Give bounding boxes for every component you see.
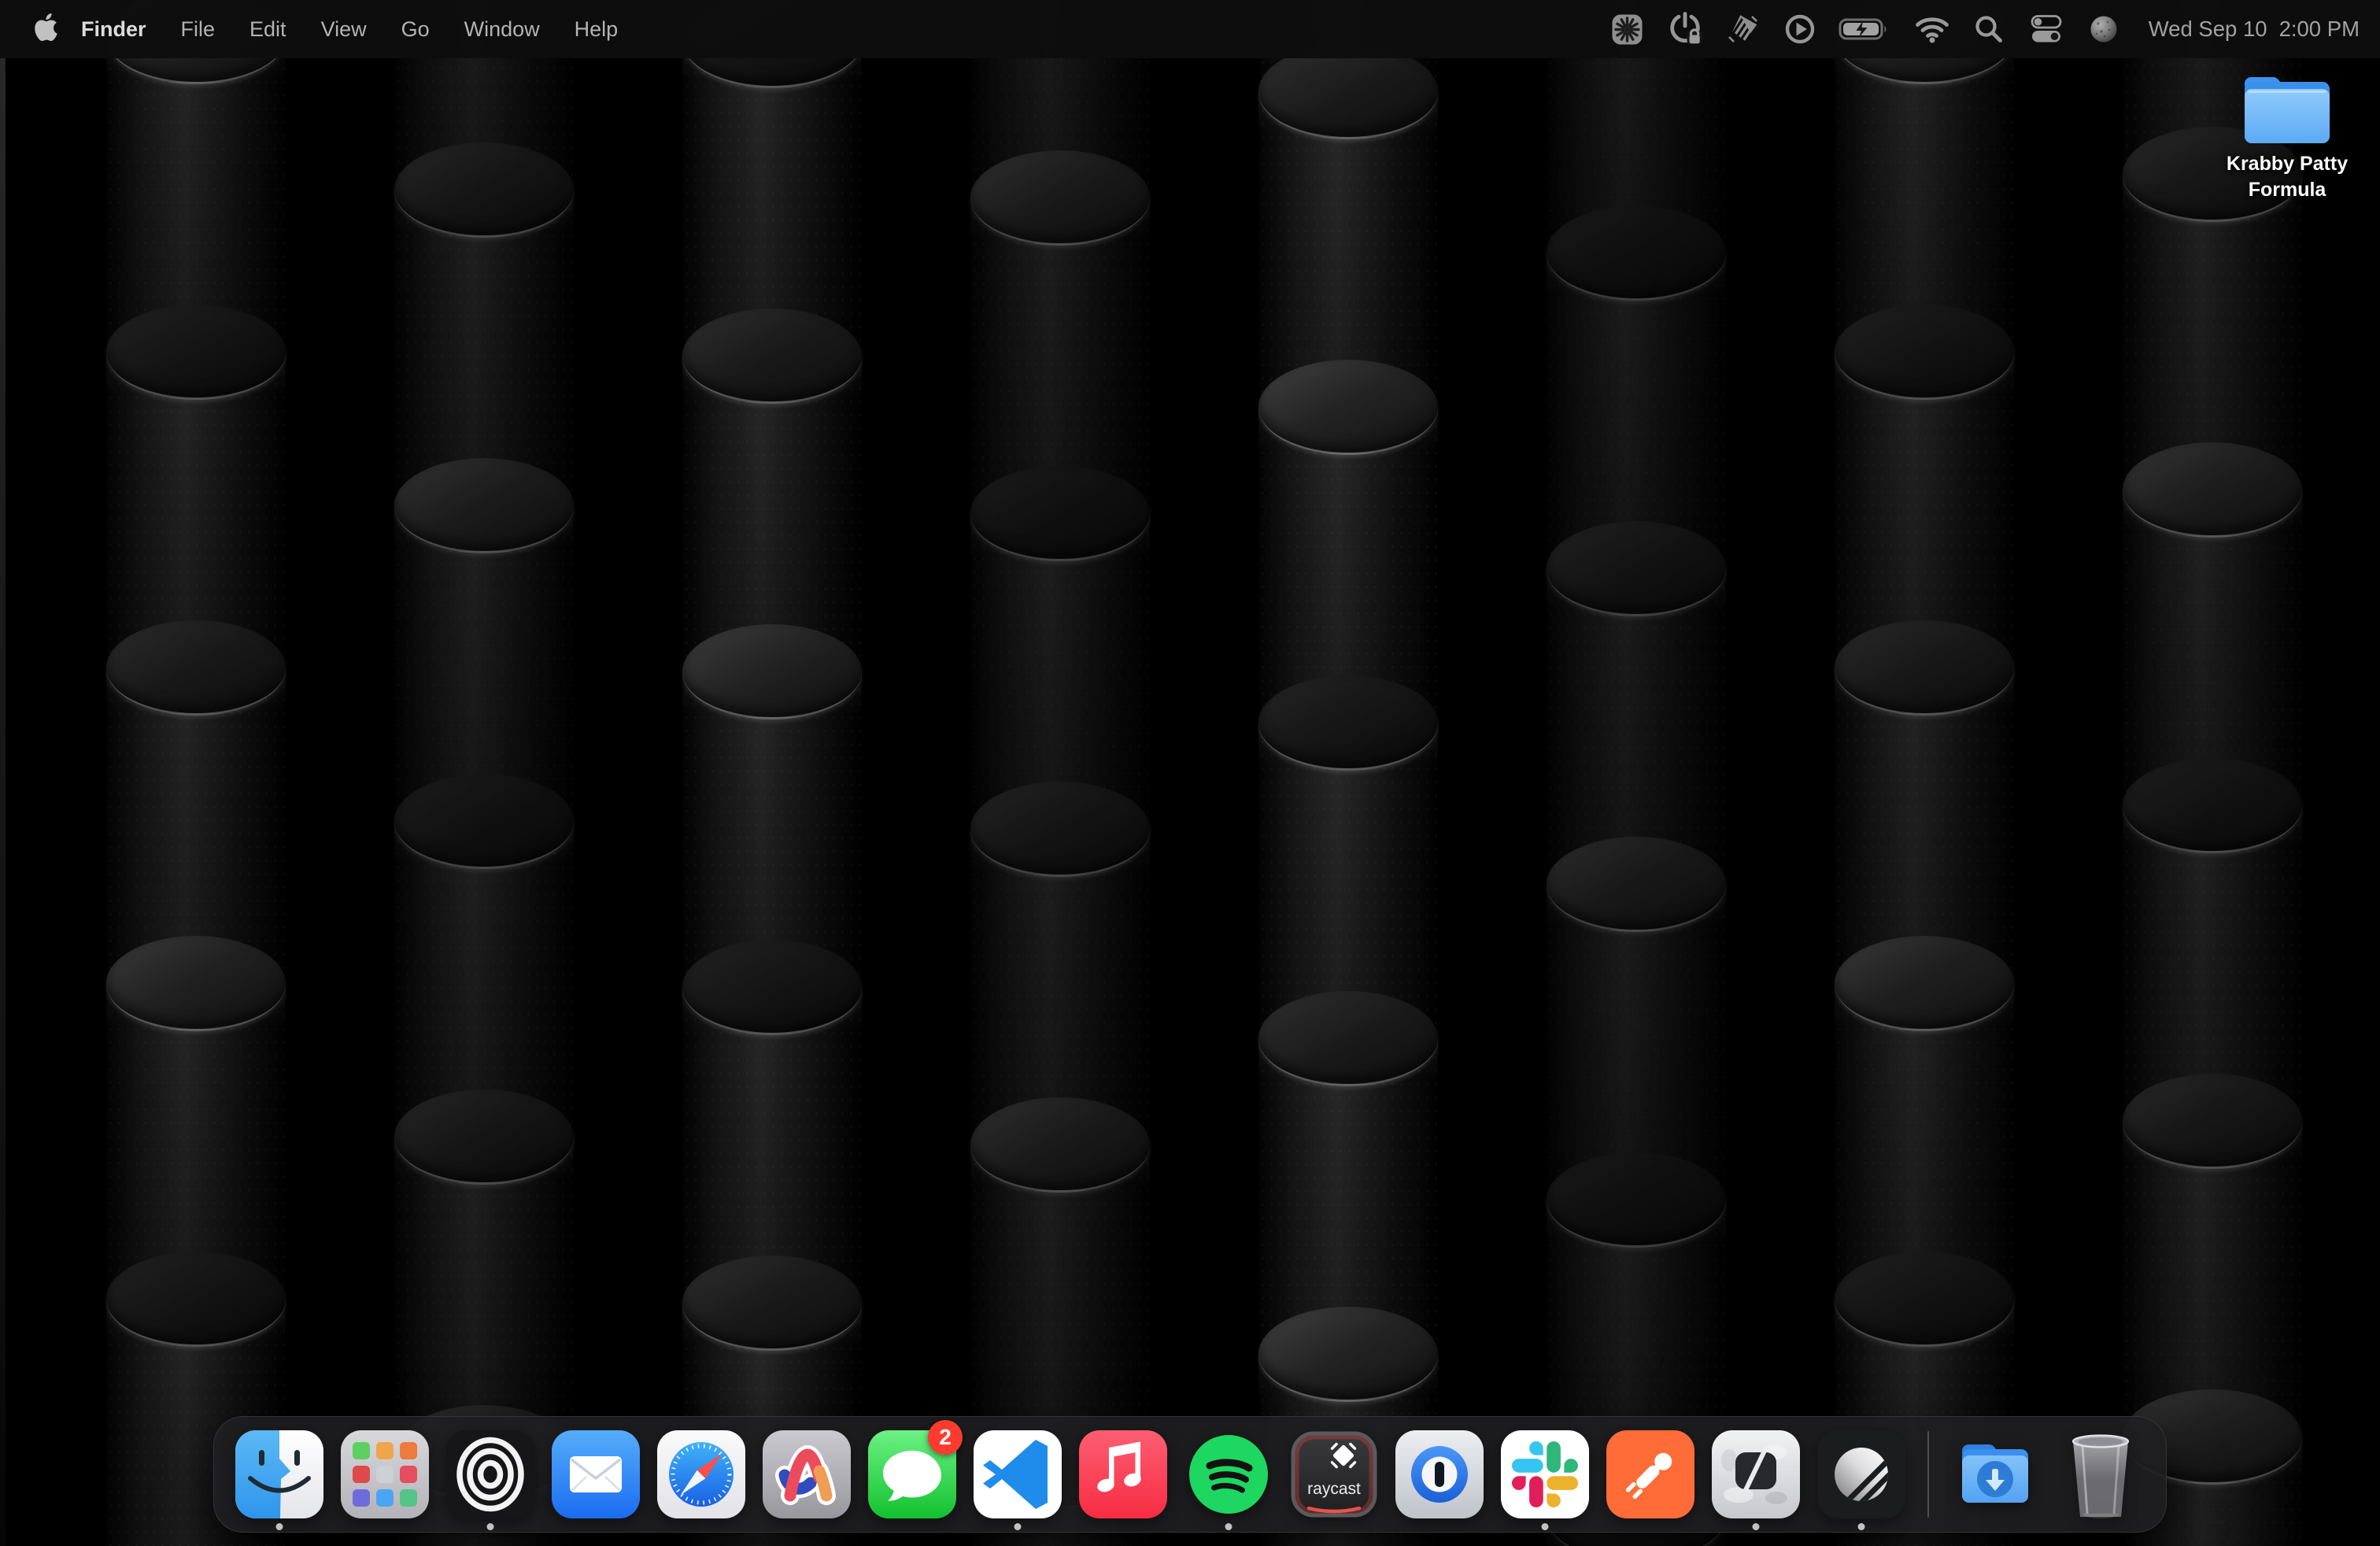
dock: 2 raycast xyxy=(213,1416,2167,1533)
finder-icon xyxy=(235,1430,323,1518)
running-indicator xyxy=(1858,1523,1865,1530)
menu-clock[interactable]: Wed Sep 10 2:00 PM xyxy=(2149,17,2360,42)
dock-item-safari[interactable] xyxy=(657,1417,745,1532)
running-indicator xyxy=(1753,1523,1760,1530)
dock-item-striped-sphere-app[interactable] xyxy=(1817,1417,1905,1532)
wallpaper-edge-highlight xyxy=(0,58,6,1546)
mail-icon xyxy=(552,1430,640,1518)
raycast-icon xyxy=(1290,1430,1378,1518)
menu-items: FileEditViewGoWindowHelp xyxy=(164,0,636,58)
menu-item-go[interactable]: Go xyxy=(384,0,447,58)
dock-item-launchpad[interactable] xyxy=(341,1417,429,1532)
control-center-icon[interactable] xyxy=(2016,0,2076,58)
dock-separator xyxy=(1927,1431,1929,1518)
wallpaper xyxy=(0,0,2380,1546)
wallpaper-cylinder-column xyxy=(2123,0,2302,1546)
running-indicator xyxy=(1014,1523,1022,1530)
status-icon-tray xyxy=(1598,0,2131,58)
dock-item-raycast[interactable]: raycast xyxy=(1290,1417,1378,1532)
striped-flag-icon[interactable] xyxy=(1714,0,1772,58)
trash-icon xyxy=(2057,1430,2145,1518)
wallpaper-cylinder-column xyxy=(970,0,1150,1546)
folder-icon xyxy=(2213,69,2361,148)
wallpaper-cylinder-column xyxy=(1258,0,1438,1546)
wallpaper-cylinder-column xyxy=(394,0,574,1546)
starburst-app-icon[interactable] xyxy=(1598,0,1656,58)
dock-item-apple-music[interactable] xyxy=(1079,1417,1167,1532)
slack-icon xyxy=(1501,1430,1589,1518)
dock-item-arc-browser[interactable] xyxy=(763,1417,851,1532)
menu-item-file[interactable]: File xyxy=(164,0,233,58)
vscode-icon xyxy=(974,1430,1062,1518)
clock-time: 2:00 PM xyxy=(2279,17,2360,42)
macos-desktop: Finder FileEditViewGoWindowHelp Wed Sep … xyxy=(0,0,2380,1546)
menu-item-help[interactable]: Help xyxy=(557,0,636,58)
sphere-app-icon[interactable] xyxy=(2076,0,2131,58)
spotlight-search-icon[interactable] xyxy=(1961,0,2016,58)
arc-browser-icon xyxy=(763,1430,851,1518)
wifi-icon[interactable] xyxy=(1903,0,1961,58)
wallpaper-cylinder-column xyxy=(106,0,286,1546)
menu-item-view[interactable]: View xyxy=(304,0,384,58)
apple-music-icon xyxy=(1079,1430,1167,1518)
dock-item-spotify[interactable] xyxy=(1184,1417,1273,1532)
now-playing-icon[interactable] xyxy=(1772,0,1828,58)
dock-item-finder[interactable] xyxy=(235,1417,323,1532)
dock-item-trash[interactable] xyxy=(2057,1417,2145,1532)
launchpad-icon xyxy=(341,1430,429,1518)
dock-item-concentric-circles-app[interactable] xyxy=(446,1417,534,1532)
notification-badge: 2 xyxy=(928,1420,963,1455)
raycast-label: raycast xyxy=(1290,1480,1378,1499)
running-indicator xyxy=(487,1523,494,1530)
power-lock-icon[interactable] xyxy=(1656,0,1714,58)
apple-logo-icon xyxy=(35,13,57,45)
menu-item-window[interactable]: Window xyxy=(447,0,557,58)
dock-item-vscode[interactable] xyxy=(974,1417,1062,1532)
apple-menu[interactable] xyxy=(35,13,64,45)
running-indicator xyxy=(276,1523,283,1530)
downloads-folder-icon xyxy=(1951,1430,2039,1518)
folder-label: Krabby Patty Formula xyxy=(2213,151,2361,202)
battery-charging-icon[interactable] xyxy=(1828,0,1903,58)
menu-item-edit[interactable]: Edit xyxy=(232,0,304,58)
spotify-icon xyxy=(1184,1430,1273,1518)
dock-item-messages[interactable]: 2 xyxy=(868,1417,956,1532)
running-indicator xyxy=(1542,1523,1549,1530)
safari-icon xyxy=(657,1430,745,1518)
wallpaper-cylinder-column xyxy=(1547,0,1726,1546)
wallpaper-cylinder-column xyxy=(1835,0,2014,1546)
slashed-square-app-icon xyxy=(1712,1430,1800,1518)
clock-date: Wed Sep 10 xyxy=(2149,17,2267,42)
running-indicator xyxy=(1225,1523,1232,1530)
wallpaper-cylinder-column xyxy=(682,0,862,1546)
menu-bar: Finder FileEditViewGoWindowHelp Wed Sep … xyxy=(0,0,2380,58)
dock-item-mail[interactable] xyxy=(552,1417,640,1532)
menu-bar-left: Finder FileEditViewGoWindowHelp xyxy=(35,0,635,58)
dock-item-slashed-square-app[interactable] xyxy=(1712,1417,1800,1532)
dock-item-downloads-folder[interactable] xyxy=(1951,1417,2039,1532)
desktop-folder-krabby-patty[interactable]: Krabby Patty Formula xyxy=(2213,69,2361,202)
dock-item-1password[interactable] xyxy=(1395,1417,1484,1532)
striped-sphere-app-icon xyxy=(1817,1430,1905,1518)
menu-app-name[interactable]: Finder xyxy=(64,0,164,58)
dock-item-postman[interactable] xyxy=(1606,1417,1694,1532)
menu-bar-status-area: Wed Sep 10 2:00 PM xyxy=(1598,0,2360,58)
postman-icon xyxy=(1606,1430,1694,1518)
dock-item-slack[interactable] xyxy=(1501,1417,1589,1532)
1password-icon xyxy=(1395,1430,1484,1518)
concentric-circles-app-icon xyxy=(446,1430,534,1518)
